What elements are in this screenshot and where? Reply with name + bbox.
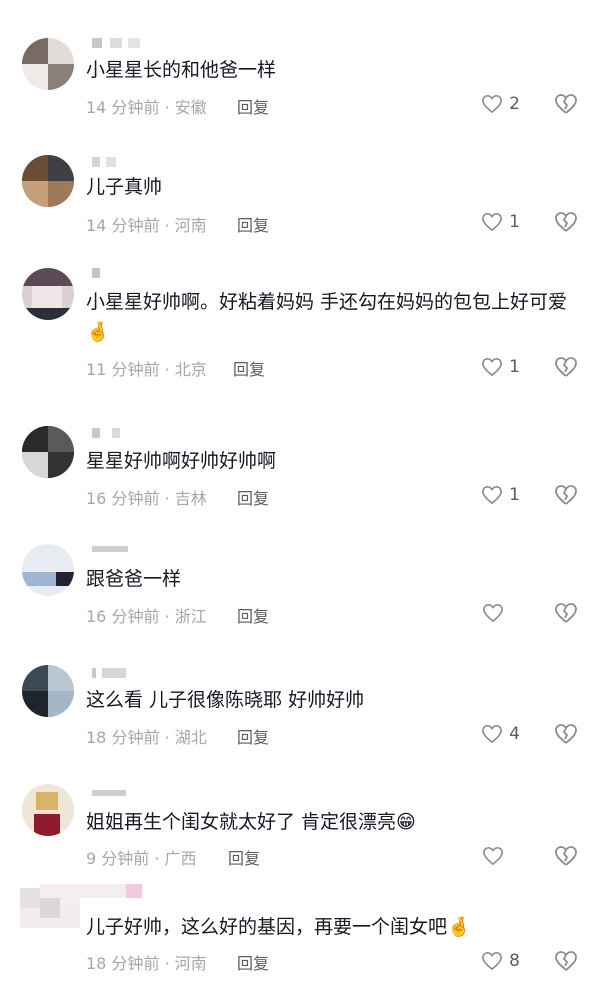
like-button[interactable]: 8 [460, 948, 520, 974]
avatar[interactable] [22, 544, 74, 596]
broken-heart-icon[interactable] [554, 845, 578, 867]
heart-outline-icon [483, 603, 503, 623]
avatar[interactable] [22, 38, 74, 90]
reply-button[interactable]: 回复 [237, 485, 269, 509]
comment-meta: 18 分钟前 · 湖北 [86, 728, 207, 747]
comment-meta: 16 分钟前 · 浙江 [86, 607, 207, 626]
comment-text: 小星星长的和他爸一样 [86, 59, 277, 81]
avatar[interactable] [22, 155, 74, 207]
broken-heart-icon[interactable] [554, 602, 578, 624]
reply-button[interactable]: 回复 [237, 603, 269, 627]
avatar[interactable] [22, 426, 74, 478]
emoji-fingers-crossed: 🤞 [447, 916, 471, 938]
avatar[interactable] [22, 665, 74, 717]
heart-outline-icon [482, 724, 503, 744]
reply-button[interactable]: 回复 [237, 94, 269, 118]
like-button[interactable]: 2 [460, 91, 520, 117]
like-count: 1 [509, 357, 520, 377]
like-button[interactable] [460, 600, 520, 626]
heart-outline-icon [483, 846, 503, 866]
reply-button[interactable]: 回复 [233, 356, 265, 380]
comment-text: 儿子好帅，这么好的基因，再要一个闺女吧🤞 [86, 912, 586, 942]
like-count: 8 [509, 951, 520, 971]
like-button[interactable]: 1 [460, 354, 520, 380]
broken-heart-icon[interactable] [554, 950, 578, 972]
like-count: 2 [509, 94, 520, 114]
comment-text: 姐姐再生个闺女就太好了 肯定很漂亮😁 [86, 807, 586, 837]
broken-heart-icon[interactable] [554, 356, 578, 378]
comment-text: 儿子真帅 [86, 176, 163, 198]
comment-meta: 14 分钟前 · 河南 [86, 216, 207, 235]
like-count: 1 [509, 212, 520, 232]
emoji-fingers-crossed: 🤞 [86, 321, 110, 343]
like-count: 4 [509, 724, 520, 744]
reply-button[interactable]: 回复 [237, 724, 269, 748]
heart-outline-icon [482, 357, 503, 377]
avatar[interactable] [22, 784, 74, 836]
like-button[interactable]: 1 [460, 482, 520, 508]
broken-heart-icon[interactable] [554, 211, 578, 233]
emoji-grin: 😁 [396, 811, 416, 833]
heart-outline-icon [482, 94, 503, 114]
comment-text: 星星好帅啊好帅好帅啊 [86, 450, 277, 472]
reply-button[interactable]: 回复 [237, 950, 269, 974]
reply-button[interactable]: 回复 [237, 212, 269, 236]
heart-outline-icon [482, 951, 503, 971]
broken-heart-icon[interactable] [554, 93, 578, 115]
comment-text: 跟爸爸一样 [86, 568, 182, 590]
comment-text: 小星星好帅啊。好粘着妈妈 手还勾在妈妈的包包上好可爱🤞 [86, 287, 581, 347]
comment-meta: 16 分钟前 · 吉林 [86, 489, 207, 508]
like-button[interactable]: 4 [460, 721, 520, 747]
comment-meta: 18 分钟前 · 河南 [86, 954, 207, 973]
avatar[interactable] [22, 268, 74, 320]
like-count: 1 [509, 485, 520, 505]
reply-button[interactable]: 回复 [228, 845, 260, 869]
like-button[interactable] [460, 843, 520, 869]
broken-heart-icon[interactable] [554, 484, 578, 506]
comment-meta: 9 分钟前 · 广西 [86, 849, 197, 868]
comment-meta: 14 分钟前 · 安徽 [86, 98, 207, 117]
like-button[interactable]: 1 [460, 209, 520, 235]
heart-outline-icon [482, 212, 503, 232]
comment-meta: 11 分钟前 · 北京 [86, 360, 207, 379]
heart-outline-icon [482, 485, 503, 505]
comment-text: 这么看 儿子很像陈晓耶 好帅好帅 [86, 689, 365, 711]
broken-heart-icon[interactable] [554, 723, 578, 745]
